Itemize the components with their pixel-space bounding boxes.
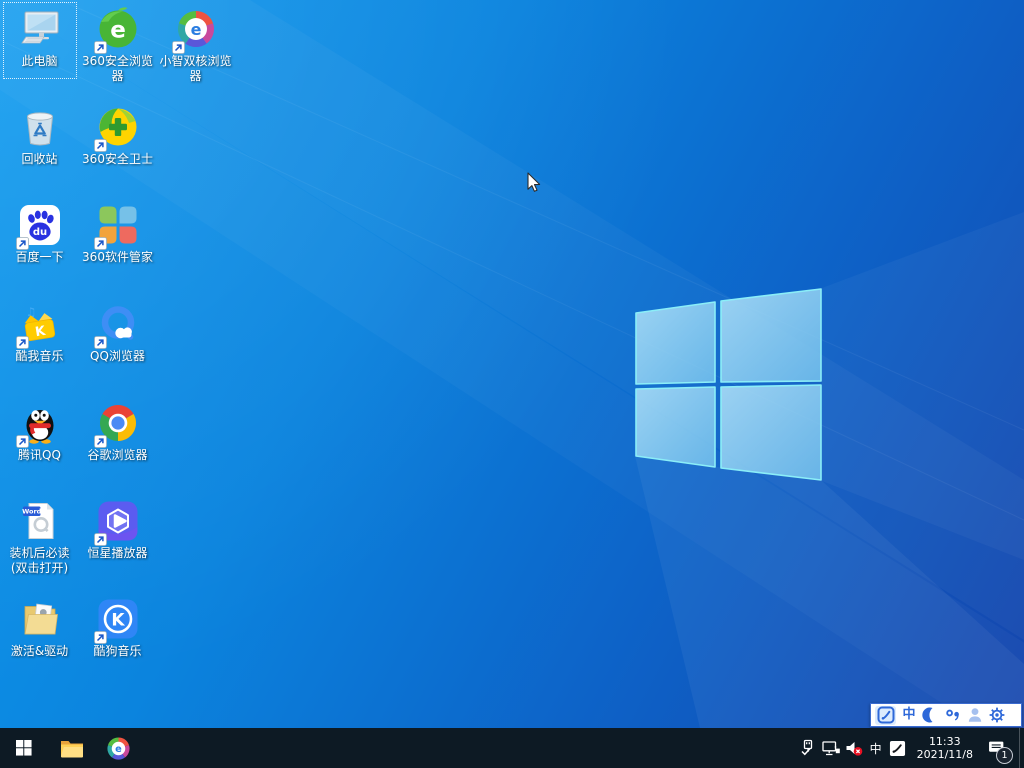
desktop-icon-label: 谷歌浏览器 — [87, 448, 148, 462]
svg-text:Word: Word — [22, 508, 42, 516]
ime-account-icon[interactable] — [966, 706, 984, 724]
shortcut-arrow-icon — [93, 334, 107, 349]
drivers-folder-icon — [18, 597, 62, 641]
desktop-icon-label: 装机后必读(双击打开) — [9, 546, 70, 575]
chrome-icon — [93, 401, 140, 448]
desktop-icon-label: 360软件管家 — [82, 250, 153, 264]
file-explorer-taskbar-button[interactable] — [48, 728, 95, 768]
browser-icon: e — [105, 735, 132, 762]
shortcut-arrow-icon — [15, 334, 29, 349]
svg-text:e: e — [110, 18, 126, 44]
desktop-icon-xiaozhi-browser[interactable]: e 小智双核浏览器 — [157, 2, 234, 97]
shortcut-arrow-icon — [93, 433, 107, 448]
desktop-icon-label: 360安全浏览器 — [82, 54, 153, 83]
shortcut-arrow-icon — [15, 235, 29, 250]
desktop-icon-label: 回收站 — [21, 152, 58, 166]
shortcut-arrow-icon — [93, 235, 107, 250]
desktop-icon-360-safe-browser[interactable]: e 360安全浏览器 — [79, 2, 156, 97]
shortcut-arrow-icon — [93, 629, 107, 644]
desktop-icon-tencent-qq[interactable]: 腾讯QQ — [1, 396, 78, 491]
notification-badge: 1 — [996, 747, 1013, 764]
desktop-icon-label: QQ浏览器 — [90, 349, 145, 363]
desktop-icon-label: 百度一下 — [15, 250, 64, 264]
readme-doc-icon: Word — [18, 499, 62, 543]
desktop-icon-label: 酷我音乐 — [15, 349, 64, 363]
desktop-icon-star-player[interactable]: 恒星播放器 — [79, 494, 156, 589]
desktop[interactable]: 此电脑回收站 du 百度一下 ♫ K 酷我音乐腾讯QQ Word 装机后必读(双击打开) 激活&… — [0, 0, 1024, 728]
desktop-icon-recycle-bin[interactable]: 回收站 — [1, 100, 78, 195]
windows-start-icon — [16, 740, 32, 756]
system-tray: 中 11:33 2021/11/8 1 — [797, 728, 1024, 768]
antivirus-tray-icon[interactable] — [886, 728, 909, 768]
ime-tray-indicator[interactable]: 中 — [866, 728, 886, 768]
kuwo-music-icon: ♫ K — [15, 302, 62, 349]
360-software-manager-icon — [93, 203, 140, 250]
taskbar[interactable]: e 中 11:33 2021/11/8 1 — [0, 728, 1024, 768]
desktop-icon-drivers-folder[interactable]: 激活&驱动 — [1, 592, 78, 687]
desktop-icon-label: 360安全卫士 — [82, 152, 153, 166]
usb-device-icon[interactable] — [797, 728, 820, 768]
clock-date: 2021/11/8 — [916, 748, 973, 761]
desktop-icon-chrome[interactable]: 谷歌浏览器 — [79, 396, 156, 491]
desktop-icon-qq-browser[interactable]: QQ浏览器 — [79, 297, 156, 392]
desktop-icon-label: 恒星播放器 — [87, 546, 148, 560]
desktop-icon-label: 腾讯QQ — [18, 448, 61, 462]
svg-text:K: K — [111, 611, 125, 631]
xiaozhi-browser-icon: e — [171, 7, 218, 54]
svg-text:du: du — [32, 227, 46, 238]
desktop-icon-kugou-music[interactable]: K 酷狗音乐 — [79, 592, 156, 687]
tencent-qq-icon — [15, 401, 62, 448]
desktop-icon-label: 激活&驱动 — [10, 644, 69, 658]
file-explorer-icon — [60, 741, 83, 758]
clock-time: 11:33 — [928, 735, 961, 748]
browser-taskbar-button[interactable]: e — [95, 728, 142, 768]
star-player-icon — [93, 499, 140, 546]
ime-chinese-mode[interactable]: 中 — [900, 706, 918, 724]
desktop-icon-label: 小智双核浏览器 — [159, 54, 232, 83]
action-center-button[interactable]: 1 — [981, 728, 1013, 768]
360-safe-guard-icon — [93, 105, 140, 152]
this-pc-icon — [18, 7, 62, 51]
desktop-icon-360-software-manager[interactable]: 360软件管家 — [79, 198, 156, 293]
desktop-icon-this-pc[interactable]: 此电脑 — [1, 2, 78, 97]
ime-toolbar[interactable]: 中 — [870, 703, 1022, 727]
desktop-icon-kuwo-music[interactable]: ♫ K 酷我音乐 — [1, 297, 78, 392]
svg-text:e: e — [115, 744, 122, 755]
desktop-icon-label: 酷狗音乐 — [93, 644, 142, 658]
recycle-bin-icon — [18, 105, 62, 149]
volume-muted-icon[interactable] — [843, 728, 866, 768]
desktop-icon-readme-doc[interactable]: Word 装机后必读(双击打开) — [1, 494, 78, 589]
shortcut-arrow-icon — [93, 39, 107, 54]
shortcut-arrow-icon — [15, 433, 29, 448]
svg-text:e: e — [190, 20, 201, 39]
shortcut-arrow-icon — [93, 531, 107, 546]
shortcut-arrow-icon — [171, 39, 185, 54]
ime-halfwidth-moon-icon[interactable] — [922, 706, 940, 724]
kugou-music-icon: K — [93, 597, 140, 644]
taskbar-clock[interactable]: 11:33 2021/11/8 — [909, 735, 981, 761]
ime-punctuation-icon[interactable] — [944, 706, 962, 724]
360-safe-browser-icon: e — [93, 7, 140, 54]
ime-settings-icon[interactable] — [988, 706, 1006, 724]
network-icon[interactable] — [820, 728, 843, 768]
ime-logo-icon[interactable] — [875, 705, 896, 725]
qq-browser-icon — [93, 302, 140, 349]
baidu-icon: du — [15, 203, 62, 250]
desktop-icon-baidu[interactable]: du 百度一下 — [1, 198, 78, 293]
start-button[interactable] — [0, 728, 48, 768]
desktop-icon-360-safe-guard[interactable]: 360安全卫士 — [79, 100, 156, 195]
shortcut-arrow-icon — [93, 137, 107, 152]
